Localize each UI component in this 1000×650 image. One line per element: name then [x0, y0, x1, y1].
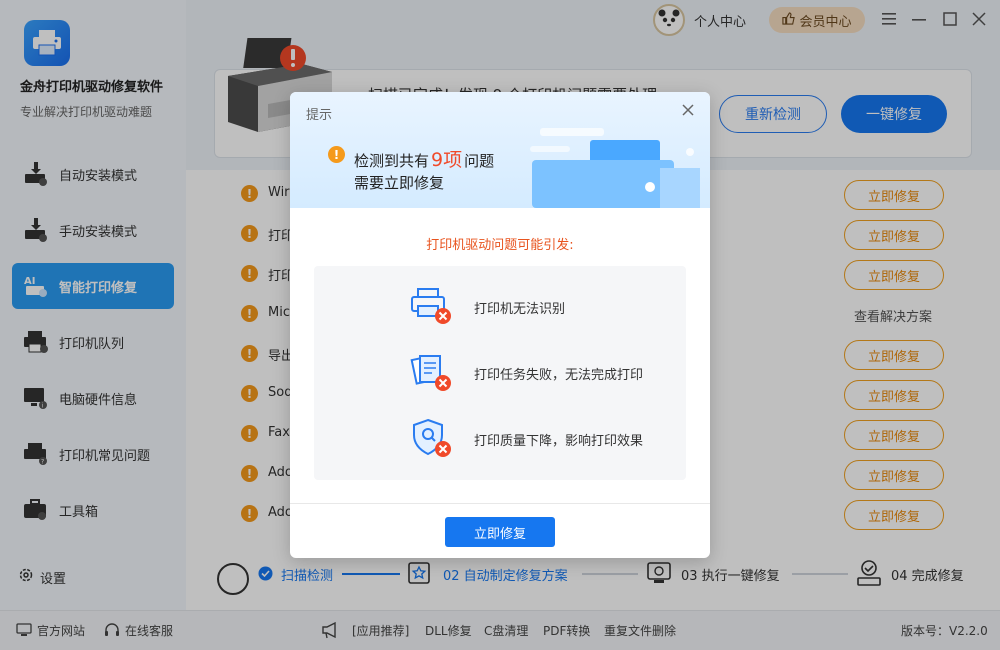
document-error-icon	[410, 352, 451, 392]
printer-error-icon	[410, 286, 451, 326]
consequence-text: 打印机无法识别	[474, 302, 566, 317]
cause-title: 打印机驱动问题可能引发:	[426, 238, 574, 253]
detect-urgency: 需要立即修复	[354, 174, 445, 192]
dialog-divider	[290, 503, 710, 504]
printer-decoration	[530, 112, 710, 208]
dialog-close-icon[interactable]	[680, 102, 696, 118]
dialog-title: 提示	[306, 108, 333, 123]
detect-prefix: 检测到共有	[354, 152, 430, 170]
detect-suffix: 问题	[464, 152, 495, 170]
warning-icon: !	[328, 146, 345, 163]
repair-prompt-dialog: 提示 ! 检测到共有 9项 问题 需要立即修复 打印机驱动问题可能引发: 打印机无法…	[290, 92, 710, 558]
consequence-text: 打印质量下降，影响打印效果	[474, 434, 644, 449]
consequence-panel: 打印机无法识别 打印任务失败，无法完成打印 打印质量下降，影响打印效果	[314, 266, 686, 480]
issue-count: 9项	[431, 149, 463, 171]
consequence-text: 打印任务失败，无法完成打印	[474, 368, 644, 383]
quality-error-icon	[410, 418, 451, 458]
detect-summary: 检测到共有 9项 问题	[354, 145, 494, 172]
dialog-fix-now-button[interactable]: 立即修复	[445, 517, 555, 547]
